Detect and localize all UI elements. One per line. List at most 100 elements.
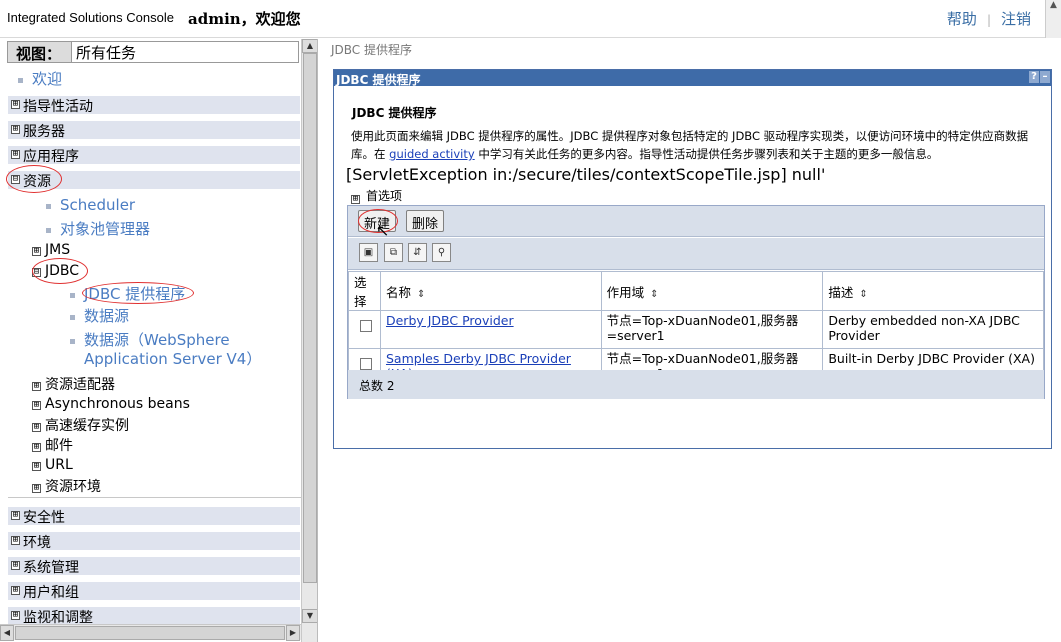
nav-category-servers[interactable]: ⊞ 服务器 <box>8 121 300 140</box>
category-label: 应用程序 <box>23 149 79 165</box>
jdbc-provider-portlet: JDBC 提供程序 ? – JDBC 提供程序 使用此页面来编辑 JDBC 提供… <box>333 69 1052 449</box>
expand-icon[interactable]: ⊞ <box>11 150 20 159</box>
deselect-all-icon[interactable]: ⧉ <box>384 243 403 262</box>
view-label: 视图： <box>8 42 72 63</box>
navigation-panel: 视图： 所有任务 欢迎 ⊞ 指导性活动 ⊞ 服务器 ⊞ 应用程序 ⊟ 资源 Schedu… <box>0 39 318 642</box>
collapse-icon[interactable]: ⊟ <box>32 268 41 277</box>
nav-category-users[interactable]: ⊞ 用户和组 <box>8 582 300 601</box>
filter-icon[interactable]: ⚲ <box>432 243 451 262</box>
expand-icon[interactable]: ⊞ <box>32 382 41 391</box>
nav-vertical-scrollbar[interactable]: ▲ ▼ <box>301 39 317 642</box>
nav-category-monitoring[interactable]: ⊞ 监视和调整 <box>8 607 300 626</box>
expand-icon[interactable]: ⊞ <box>11 511 20 520</box>
expand-icon[interactable]: ⊞ <box>32 247 41 256</box>
category-label: 安全性 <box>23 510 65 526</box>
nav-item-welcome[interactable]: 欢迎 <box>18 68 62 88</box>
minimize-icon[interactable]: – <box>1040 71 1050 83</box>
logout-link[interactable]: 注销 <box>1001 10 1031 28</box>
nav-item-mail[interactable]: ⊞ 邮件 <box>32 435 73 454</box>
nav-item-res-env[interactable]: ⊞ 资源环境 <box>32 476 101 495</box>
row-checkbox[interactable] <box>360 320 372 332</box>
nav-category-environment[interactable]: ⊞ 环境 <box>8 532 300 551</box>
expand-icon[interactable]: ⊞ <box>11 100 20 109</box>
col-name-header[interactable]: 名称 ⇕ <box>379 271 602 311</box>
category-label: 服务器 <box>23 124 65 140</box>
preferences-toggle[interactable]: ⊞ 首选项 <box>351 187 402 204</box>
nav-category-security[interactable]: ⊞ 安全性 <box>8 507 300 526</box>
nav-label: 高速缓存实例 <box>45 418 129 434</box>
table-row: Derby JDBC Provider 节点=Top-xDuanNode01,服… <box>348 310 1044 349</box>
expand-icon[interactable]: ⊞ <box>32 484 41 493</box>
nav-category-applications[interactable]: ⊞ 应用程序 <box>8 146 300 165</box>
help-link[interactable]: 帮助 <box>947 10 977 28</box>
nav-welcome-label[interactable]: 欢迎 <box>32 70 62 88</box>
nav-item-cache[interactable]: ⊞ 高速缓存实例 <box>32 415 129 434</box>
collapse-icon[interactable]: ⊟ <box>11 175 20 184</box>
scope-cell: 节点=Top-xDuanNode01,服务器=server1 <box>600 310 824 349</box>
delete-button[interactable]: 删除 <box>406 210 445 232</box>
welcome-message: admin，欢迎您 <box>188 10 301 28</box>
expand-icon[interactable]: ⊞ <box>11 536 20 545</box>
provider-link[interactable]: Derby JDBC Provider <box>386 313 514 328</box>
nav-label[interactable]: 数据源 <box>84 307 129 325</box>
button-bar: 新建 删除 ↖ <box>348 206 1044 240</box>
header-scroll-up-icon[interactable]: ▲ <box>1045 0 1061 38</box>
expand-icon[interactable]: ⊞ <box>32 462 41 471</box>
nav-item-jdbc-providers[interactable]: JDBC 提供程序 <box>70 283 185 303</box>
col-desc-header[interactable]: 描述 ⇕ <box>822 271 1044 311</box>
expand-icon[interactable]: ⊞ <box>11 586 20 595</box>
nav-category-resources[interactable]: ⊟ 资源 <box>8 171 300 190</box>
nav-label[interactable]: JDBC 提供程序 <box>84 285 185 303</box>
nav-item-object-pool[interactable]: 对象池管理器 <box>46 218 150 238</box>
expand-icon[interactable]: ⊞ <box>32 443 41 452</box>
view-select-value[interactable]: 所有任务 <box>76 42 136 63</box>
expand-icon[interactable]: ⊞ <box>11 611 20 620</box>
guided-activity-link[interactable]: guided activity <box>389 147 475 161</box>
nav-label[interactable]: Scheduler <box>60 196 135 214</box>
col-select-header: 选择 <box>348 271 381 311</box>
scroll-down-icon[interactable]: ▼ <box>302 609 317 623</box>
view-selector[interactable]: 视图： 所有任务 <box>7 41 299 63</box>
scroll-up-icon[interactable]: ▲ <box>302 39 317 53</box>
nav-item-data-sources-v4[interactable]: 数据源（WebSphere <box>70 329 230 349</box>
nav-item-async-beans[interactable]: ⊞ Asynchronous beans <box>32 396 190 414</box>
nav-category-sysadmin[interactable]: ⊞ 系统管理 <box>8 557 300 576</box>
nav-label[interactable]: 数据源（WebSphere <box>84 331 230 349</box>
nav-label: 资源环境 <box>45 479 101 495</box>
scroll-left-icon[interactable]: ◀ <box>0 625 14 641</box>
nav-label[interactable]: Application Server V4） <box>84 350 261 368</box>
expand-icon[interactable]: ⊞ <box>11 561 20 570</box>
expand-icon[interactable]: ⊞ <box>32 423 41 432</box>
nav-item-scheduler[interactable]: Scheduler <box>46 196 135 214</box>
nav-label[interactable]: 对象池管理器 <box>60 220 150 238</box>
nav-item-jms[interactable]: ⊞ JMS <box>32 242 70 260</box>
scroll-thumb[interactable] <box>303 53 317 583</box>
col-scope-header[interactable]: 作用域 ⇕ <box>600 271 824 311</box>
show-filter-icon[interactable]: ⇵ <box>408 243 427 262</box>
help-icon[interactable]: ? <box>1029 71 1039 83</box>
expand-icon[interactable]: ⊞ <box>32 401 41 410</box>
nav-category-guided[interactable]: ⊞ 指导性活动 <box>8 96 300 115</box>
sort-icon[interactable]: ⇕ <box>859 289 867 300</box>
sort-icon[interactable]: ⇕ <box>650 289 658 300</box>
row-checkbox[interactable] <box>360 358 372 370</box>
nav-item-jdbc[interactable]: ⊟ JDBC <box>32 263 79 281</box>
nav-item-data-sources-v4-cont[interactable]: Application Server V4） <box>84 348 261 368</box>
expand-icon[interactable]: ⊞ <box>351 195 360 204</box>
desc-cell: Derby embedded non-XA JDBC Provider <box>822 310 1044 349</box>
nav-horizontal-scrollbar[interactable]: ◀ ▶ <box>0 624 301 641</box>
nav-item-data-sources[interactable]: 数据源 <box>70 305 129 325</box>
category-label: 指导性活动 <box>23 99 93 115</box>
preferences-label: 首选项 <box>366 189 403 203</box>
select-cell <box>348 310 381 349</box>
bullet-icon <box>70 338 75 344</box>
scroll-right-icon[interactable]: ▶ <box>286 625 300 641</box>
bullet-icon <box>46 203 51 209</box>
scroll-thumb[interactable] <box>15 626 285 640</box>
sort-icon[interactable]: ⇕ <box>417 289 425 300</box>
nav-item-adapters[interactable]: ⊞ 资源适配器 <box>32 374 115 393</box>
expand-icon[interactable]: ⊞ <box>11 125 20 134</box>
portlet-title: JDBC 提供程序 <box>336 73 421 87</box>
select-all-icon[interactable]: ▣ <box>359 243 378 262</box>
nav-item-url[interactable]: ⊞ URL <box>32 457 73 475</box>
